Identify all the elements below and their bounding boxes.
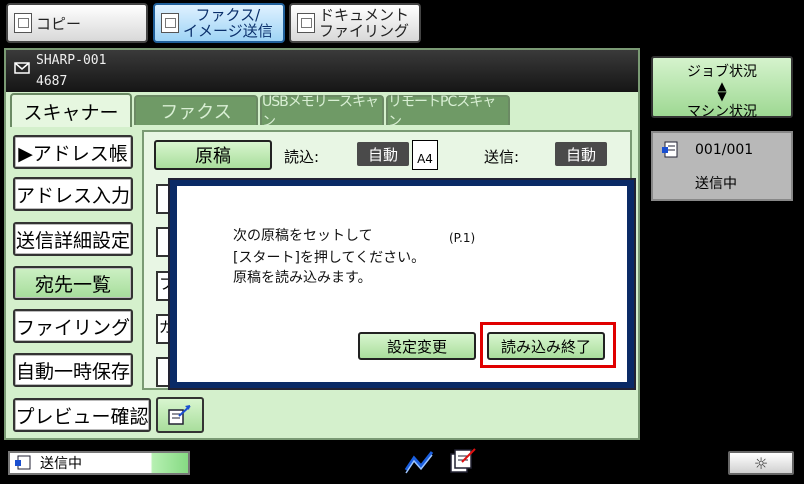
up-down-arrow-icon: ▲ ▼ xyxy=(717,79,727,103)
address-book-button[interactable]: ▶アドレス帳 xyxy=(13,135,133,169)
preview-icon xyxy=(168,405,191,425)
mail-icon xyxy=(14,62,30,74)
paper-size-label: A4 xyxy=(417,152,433,166)
dialog-page-number: (P.1) xyxy=(449,231,476,245)
read-label: 読込: xyxy=(284,148,320,166)
read-value: 自動 xyxy=(357,142,409,166)
auto-temp-save-button[interactable]: 自動一時保存 xyxy=(13,353,133,387)
fax-document-icon[interactable] xyxy=(448,446,478,476)
fax-image-label-line1: ファクス/ xyxy=(195,6,261,24)
original-button[interactable]: 原稿 xyxy=(154,140,272,170)
job-count: 001/001 xyxy=(695,142,754,158)
copy-mode-button[interactable]: コピー xyxy=(6,3,148,43)
settings-change-button[interactable]: 設定変更 xyxy=(358,332,476,360)
dialog-line-3: 原稿を読み込みます。 xyxy=(233,270,372,286)
copy-mode-label: コピー xyxy=(36,14,82,33)
dialog-line-1: 次の原稿をセットして xyxy=(233,228,373,244)
dialog-line-2: [スタート]を押してください。 xyxy=(233,250,426,266)
read-end-highlight xyxy=(480,322,616,368)
tab-scanner[interactable]: スキャナー xyxy=(10,93,132,127)
address-entry-button[interactable]: アドレス入力 xyxy=(13,177,133,211)
copy-icon xyxy=(14,13,32,33)
device-number: 4687 xyxy=(36,74,68,89)
bottom-status-text: 送信中 xyxy=(40,456,82,472)
tab-usb-memory-scan[interactable]: USBメモリースキャン xyxy=(260,94,384,130)
brightness-icon: ☼ xyxy=(753,453,769,473)
header-bar: SHARP-001 4687 xyxy=(6,50,638,92)
paper-size-indicator: A4 xyxy=(412,140,438,170)
document-filing-mode-button[interactable]: ドキュメント ファイリング xyxy=(289,3,421,43)
tab-remote-pc-scan[interactable]: リモートPCスキャン xyxy=(386,94,510,130)
fax-image-icon xyxy=(161,13,179,33)
device-name: SHARP-001 xyxy=(36,53,107,68)
doc-filing-label-line1: ドキュメント xyxy=(319,6,410,24)
preview-icon-button[interactable] xyxy=(156,397,204,433)
bottom-status-bar[interactable]: 送信中 xyxy=(8,451,190,475)
fax-image-send-mode-button[interactable]: ファクス/ イメージ送信 xyxy=(153,3,285,43)
send-job-icon xyxy=(662,141,678,158)
send-value: 自動 xyxy=(555,142,607,166)
doc-filing-label-line2: ファイリング xyxy=(319,22,410,40)
job-status-title: ジョブ状況 xyxy=(687,64,757,80)
job-status-button[interactable]: ジョブ状況 ▲ ▼ マシン状況 xyxy=(651,56,793,120)
send-label: 送信: xyxy=(484,148,520,166)
brightness-button[interactable]: ☼ xyxy=(728,451,794,475)
tab-fax[interactable]: ファクス xyxy=(134,95,258,125)
send-status-icon xyxy=(15,455,31,470)
machine-status-label: マシン状況 xyxy=(687,104,757,120)
fax-image-label-line2: イメージ送信 xyxy=(183,22,273,40)
filing-button[interactable]: ファイリング xyxy=(13,309,133,343)
destination-list-button[interactable]: 宛先一覧 xyxy=(13,266,133,300)
send-settings-button[interactable]: 送信詳細設定 xyxy=(13,222,133,256)
preview-check-button[interactable]: プレビュー確認 xyxy=(13,398,151,432)
network-activity-icon[interactable] xyxy=(404,448,436,476)
document-filing-icon xyxy=(297,13,315,33)
job-state: 送信中 xyxy=(695,176,737,192)
job-status-panel: 001/001 送信中 xyxy=(651,131,793,201)
